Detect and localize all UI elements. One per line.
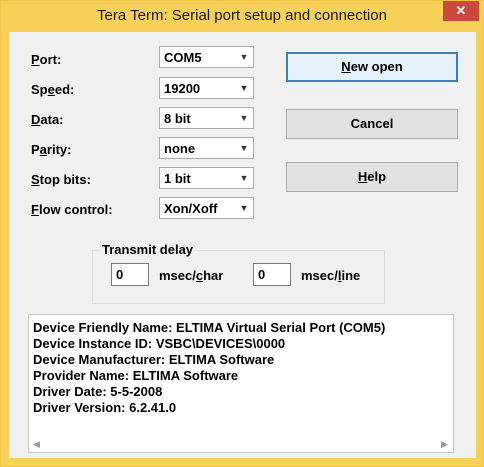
flow-control-value: Xon/Xoff — [164, 201, 218, 216]
close-button[interactable]: ✕ — [443, 1, 479, 21]
device-info-line: Driver Date: 5-5-2008 — [33, 384, 163, 399]
flow-control-select[interactable]: Xon/Xoff ▼ — [159, 197, 254, 219]
close-icon: ✕ — [455, 3, 467, 18]
msec-char-input[interactable]: 0 — [111, 263, 149, 286]
msec-line-label: msec/line — [301, 268, 361, 283]
chevron-down-icon: ▼ — [239, 113, 249, 123]
chevron-down-icon: ▼ — [239, 83, 249, 93]
stop-bits-select[interactable]: 1 bit ▼ — [159, 167, 254, 189]
window-title: Tera Term: Serial port setup and connect… — [97, 7, 387, 24]
chevron-down-icon: ▼ — [239, 52, 249, 62]
chevron-down-icon: ▼ — [239, 143, 249, 153]
cancel-button[interactable]: Cancel — [286, 109, 458, 139]
device-info-line: Device Friendly Name: ELTIMA Virtual Ser… — [33, 320, 386, 335]
parity-select[interactable]: none ▼ — [159, 137, 254, 159]
data-label: Data: — [31, 112, 64, 127]
speed-value: 19200 — [164, 81, 201, 96]
flow-control-label: Flow control: — [31, 202, 113, 217]
device-info-textbox[interactable]: Device Friendly Name: ELTIMA Virtual Ser… — [28, 314, 454, 453]
speed-label: Speed: — [31, 82, 75, 97]
parity-value: none — [164, 141, 196, 156]
device-info-line: Driver Version: 6.2.41.0 — [33, 400, 177, 415]
data-value: 8 bit — [164, 111, 191, 126]
parity-label: Parity: — [31, 142, 72, 157]
title-bar[interactable]: Tera Term: Serial port setup and connect… — [1, 1, 483, 32]
dialog-body: Port: Speed: Data: Parity: Stop bits: Fl… — [9, 32, 476, 458]
msec-line-input[interactable]: 0 — [253, 263, 291, 286]
device-info-line: Device Instance ID: VSBC\DEVICES\0000 — [33, 336, 286, 351]
help-button[interactable]: Help — [286, 162, 458, 192]
port-label: Port: — [31, 52, 62, 67]
data-select[interactable]: 8 bit ▼ — [159, 107, 254, 129]
stop-bits-value: 1 bit — [164, 171, 191, 186]
port-select[interactable]: COM5 ▼ — [159, 46, 254, 68]
transmit-delay-title: Transmit delay — [99, 242, 197, 257]
chevron-down-icon: ▼ — [239, 173, 249, 183]
device-info-line: Provider Name: ELTIMA Software — [33, 368, 239, 383]
scroll-left-icon[interactable]: ◀ — [33, 439, 40, 450]
chevron-down-icon: ▼ — [239, 203, 249, 213]
speed-select[interactable]: 19200 ▼ — [159, 77, 254, 99]
port-value: COM5 — [164, 50, 202, 65]
stop-bits-label: Stop bits: — [31, 172, 91, 187]
scroll-right-icon[interactable]: ▶ — [441, 439, 448, 450]
new-open-button[interactable]: New open — [286, 52, 458, 82]
dialog-window: Tera Term: Serial port setup and connect… — [0, 0, 484, 467]
device-info-line: Device Manufacturer: ELTIMA Software — [33, 352, 275, 367]
msec-char-label: msec/char — [159, 268, 224, 283]
